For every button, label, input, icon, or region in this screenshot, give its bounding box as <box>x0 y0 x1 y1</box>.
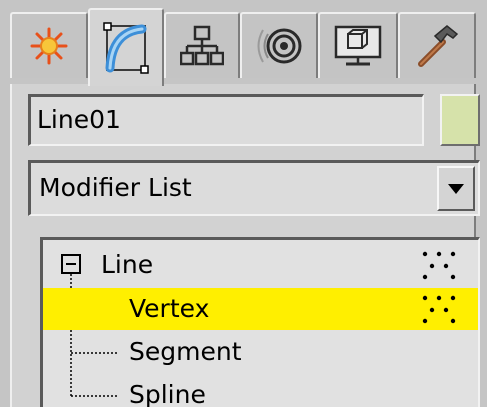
stack-item-label: Vertex <box>129 294 210 323</box>
collapse-toggle[interactable] <box>61 254 81 274</box>
hammer-icon <box>418 25 459 67</box>
tab-modify[interactable] <box>88 8 164 86</box>
object-name-field[interactable]: Line01 <box>28 94 424 146</box>
hierarchy-icon <box>180 25 224 66</box>
modifier-stack: Line Vertex Segment Spline <box>40 237 480 407</box>
sun-burst-icon <box>30 27 68 65</box>
tab-create[interactable] <box>10 12 88 78</box>
chevron-down-icon <box>448 183 464 194</box>
stack-item-vertex[interactable]: Vertex <box>43 288 478 330</box>
stack-item-segment[interactable]: Segment <box>43 331 478 373</box>
stack-item-label: Line <box>101 250 154 279</box>
tab-hierarchy[interactable] <box>164 12 240 78</box>
stack-item-spline[interactable]: Spline <box>43 374 478 407</box>
modify-panel: Line01 Modifier List Line Vertex Segment… <box>10 84 480 407</box>
motion-target-icon <box>257 28 302 64</box>
tab-motion[interactable] <box>240 12 318 78</box>
dropdown-button[interactable] <box>437 166 475 211</box>
command-panel-tabs <box>0 0 487 86</box>
modifier-list-value: Modifier List <box>39 173 192 202</box>
tab-utilities[interactable] <box>398 12 476 78</box>
curve-modify-icon <box>103 22 149 74</box>
tab-display[interactable] <box>318 12 398 78</box>
stack-item-label: Segment <box>129 337 242 366</box>
stack-item-label: Spline <box>129 380 206 407</box>
sub-object-dots-icon <box>422 251 456 280</box>
stack-item-line[interactable]: Line <box>43 244 478 286</box>
sub-object-dots-icon <box>422 295 456 324</box>
object-color-swatch[interactable] <box>440 94 480 146</box>
modifier-list-dropdown[interactable]: Modifier List <box>28 160 480 216</box>
monitor-display-icon <box>334 25 382 66</box>
